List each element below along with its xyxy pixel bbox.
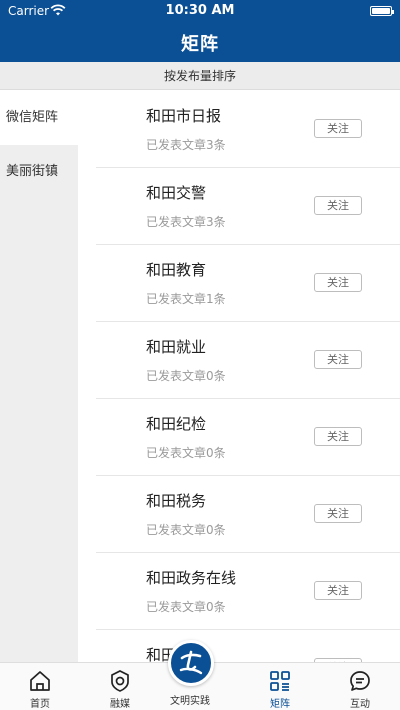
list-item[interactable]: 和田税务 已发表文章0条 关注	[96, 476, 400, 553]
follow-button[interactable]: 关注	[314, 427, 362, 446]
app-screen: Carrier 10:30 AM 矩阵 按发布量排序 微信矩阵 美丽街镇 和田市…	[0, 0, 400, 710]
page-title: 矩阵	[181, 34, 219, 55]
tab-media[interactable]: 融媒	[80, 669, 160, 710]
tab-label-civilization: 文明实践	[170, 696, 210, 707]
media-icon	[111, 670, 129, 692]
tab-label: 融媒	[110, 699, 130, 710]
article-count: 已发表文章0条	[146, 446, 226, 460]
list-item[interactable]: 和田市日报 已发表文章3条 关注	[96, 91, 400, 168]
article-count: 已发表文章0条	[146, 523, 226, 537]
list-item[interactable]: 和田交警 已发表文章3条 关注	[96, 168, 400, 245]
list-item[interactable]: 和田 关注	[96, 630, 400, 662]
account-name: 和田交警	[146, 184, 207, 202]
home-icon	[30, 671, 50, 691]
account-list: 和田市日报 已发表文章3条 关注 和田交警 已发表文章3条 关注 和田教育 已发…	[78, 91, 400, 662]
account-name: 和田就业	[146, 338, 207, 356]
tab-label: 矩阵	[270, 699, 290, 710]
article-count: 已发表文章0条	[146, 600, 226, 614]
sort-by-publish-count[interactable]: 按发布量排序	[0, 62, 400, 90]
sidebar-item-beautiful-towns[interactable]: 美丽街镇	[0, 145, 78, 199]
follow-button[interactable]: 关注	[314, 273, 362, 292]
follow-button[interactable]: 关注	[314, 581, 362, 600]
category-sidebar: 微信矩阵 美丽街镇	[0, 91, 78, 662]
tab-label: 首页	[30, 699, 50, 710]
civilization-practice-button[interactable]	[168, 640, 214, 686]
account-name: 和田教育	[146, 261, 207, 279]
list-item[interactable]: 和田就业 已发表文章0条 关注	[96, 322, 400, 399]
sidebar-item-wechat-matrix[interactable]: 微信矩阵	[0, 91, 78, 145]
article-count: 已发表文章3条	[146, 138, 226, 152]
bottom-tab-bar: 首页 融媒 文明实践 矩阵 互动	[0, 640, 400, 710]
grid-icon	[270, 671, 290, 691]
chat-icon	[350, 671, 370, 691]
status-bar: Carrier 10:30 AM	[0, 0, 400, 22]
article-count: 已发表文章3条	[146, 215, 226, 229]
list-item[interactable]: 和田政务在线 已发表文章0条 关注	[96, 553, 400, 630]
list-item[interactable]: 和田纪检 已发表文章0条 关注	[96, 399, 400, 476]
app-header: Carrier 10:30 AM 矩阵	[0, 0, 400, 62]
tab-home[interactable]: 首页	[0, 669, 80, 710]
article-count: 已发表文章1条	[146, 292, 226, 306]
follow-button[interactable]: 关注	[314, 350, 362, 369]
follow-button[interactable]: 关注	[314, 504, 362, 523]
account-name: 和田市日报	[146, 107, 222, 125]
follow-button[interactable]: 关注	[314, 119, 362, 138]
tab-interaction[interactable]: 互动	[320, 669, 400, 710]
follow-button[interactable]: 关注	[314, 196, 362, 215]
list-item[interactable]: 和田教育 已发表文章1条 关注	[96, 245, 400, 322]
clock-time: 10:30 AM	[165, 3, 235, 18]
tab-label: 互动	[350, 699, 370, 710]
account-name: 和田政务在线	[146, 569, 237, 587]
account-name: 和田税务	[146, 492, 207, 510]
account-name: 和田纪检	[146, 415, 207, 433]
tab-matrix[interactable]: 矩阵	[240, 669, 320, 710]
battery-icon	[370, 6, 394, 16]
civilization-icon	[179, 650, 203, 675]
article-count: 已发表文章0条	[146, 369, 226, 383]
